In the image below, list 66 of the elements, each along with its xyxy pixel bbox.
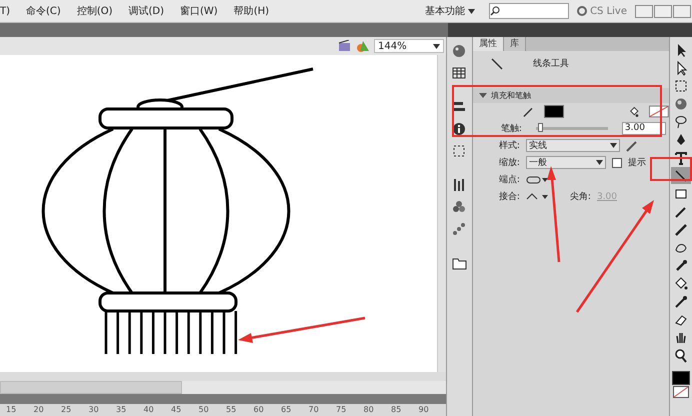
stroke-color-swatch[interactable] (672, 371, 690, 385)
pencil-icon (522, 106, 534, 118)
field-label: 缩放: (498, 156, 520, 169)
transform-icon[interactable] (451, 143, 468, 159)
cap-style-icon[interactable] (526, 176, 548, 184)
field-label: 接合: (498, 190, 520, 203)
disclosure-triangle-icon[interactable] (478, 93, 487, 98)
join-style-icon[interactable] (526, 192, 548, 200)
line-icon (490, 58, 503, 70)
grid-icon[interactable] (451, 65, 468, 81)
vertical-scrollbar[interactable] (437, 55, 446, 372)
caret-icon (433, 44, 440, 48)
zoom-dropdown[interactable]: 144% (374, 39, 444, 53)
horizontal-scrollbar[interactable] (0, 372, 446, 394)
menu-item[interactable]: 窗口(W) (172, 4, 226, 18)
stroke-color-swatch[interactable] (544, 105, 564, 118)
menu-item[interactable]: 命令(C) (18, 4, 69, 18)
caret-icon (596, 160, 603, 165)
section-header[interactable]: 填充和笔触 (472, 88, 669, 103)
palette-icon[interactable] (451, 43, 468, 59)
restore-button[interactable] (654, 4, 672, 18)
close-button[interactable] (673, 4, 691, 18)
panel-tab[interactable]: 属性 (472, 37, 504, 51)
transform-icon (672, 78, 689, 94)
hint-checkbox[interactable] (612, 158, 622, 168)
menu-item[interactable]: 帮助(H) (226, 4, 278, 18)
no-fill-swatch[interactable] (672, 386, 689, 398)
menu-item[interactable]: 调试(D) (120, 4, 172, 18)
search-icon (490, 6, 500, 16)
sphere-icon (672, 96, 689, 112)
menu-item[interactable]: T) (0, 6, 18, 16)
field-label: 样式: (498, 140, 520, 152)
field-label: 端点: (498, 174, 520, 186)
text-icon (672, 150, 689, 166)
lasso-icon (672, 114, 689, 130)
style-dropdown[interactable]: 实线 (526, 139, 620, 152)
info-icon[interactable] (451, 121, 468, 137)
brush-icon (672, 222, 689, 238)
components-icon[interactable] (451, 199, 468, 215)
field-label: 笔触: (500, 122, 522, 135)
zoom-icon (672, 348, 689, 364)
menu-item[interactable]: 控制(O) (68, 4, 120, 18)
section-title: 填充和笔触 (490, 90, 531, 101)
workspace-menu[interactable]: 基本功能 (418, 4, 482, 18)
panel-tab[interactable]: 库 (504, 37, 526, 51)
stroke-width-field[interactable]: 3.00 (622, 122, 666, 135)
no-fill-swatch[interactable] (649, 105, 669, 118)
clapper-icon[interactable] (338, 40, 352, 52)
bucket-icon (672, 276, 689, 292)
zoom-value: 144% (378, 40, 407, 52)
caret-icon (610, 143, 617, 148)
dropper-icon (672, 294, 689, 310)
caret-icon (468, 9, 476, 14)
field-label: 尖角: (570, 190, 591, 203)
pencil-icon[interactable] (626, 140, 638, 152)
cs-live-icon (577, 6, 588, 16)
annotation-box (650, 157, 692, 181)
search-field[interactable] (489, 3, 570, 19)
minimize-button[interactable] (635, 4, 653, 18)
checkbox-label: 提示 (628, 156, 646, 169)
motion-icon[interactable] (451, 221, 468, 237)
cs-live-label[interactable]: CS Live (590, 6, 627, 16)
slider-thumb[interactable] (538, 123, 544, 132)
scale-dropdown[interactable]: 一般 (526, 156, 606, 169)
paint-bucket-icon (628, 106, 640, 118)
tool-name: 线条工具 (532, 58, 569, 70)
